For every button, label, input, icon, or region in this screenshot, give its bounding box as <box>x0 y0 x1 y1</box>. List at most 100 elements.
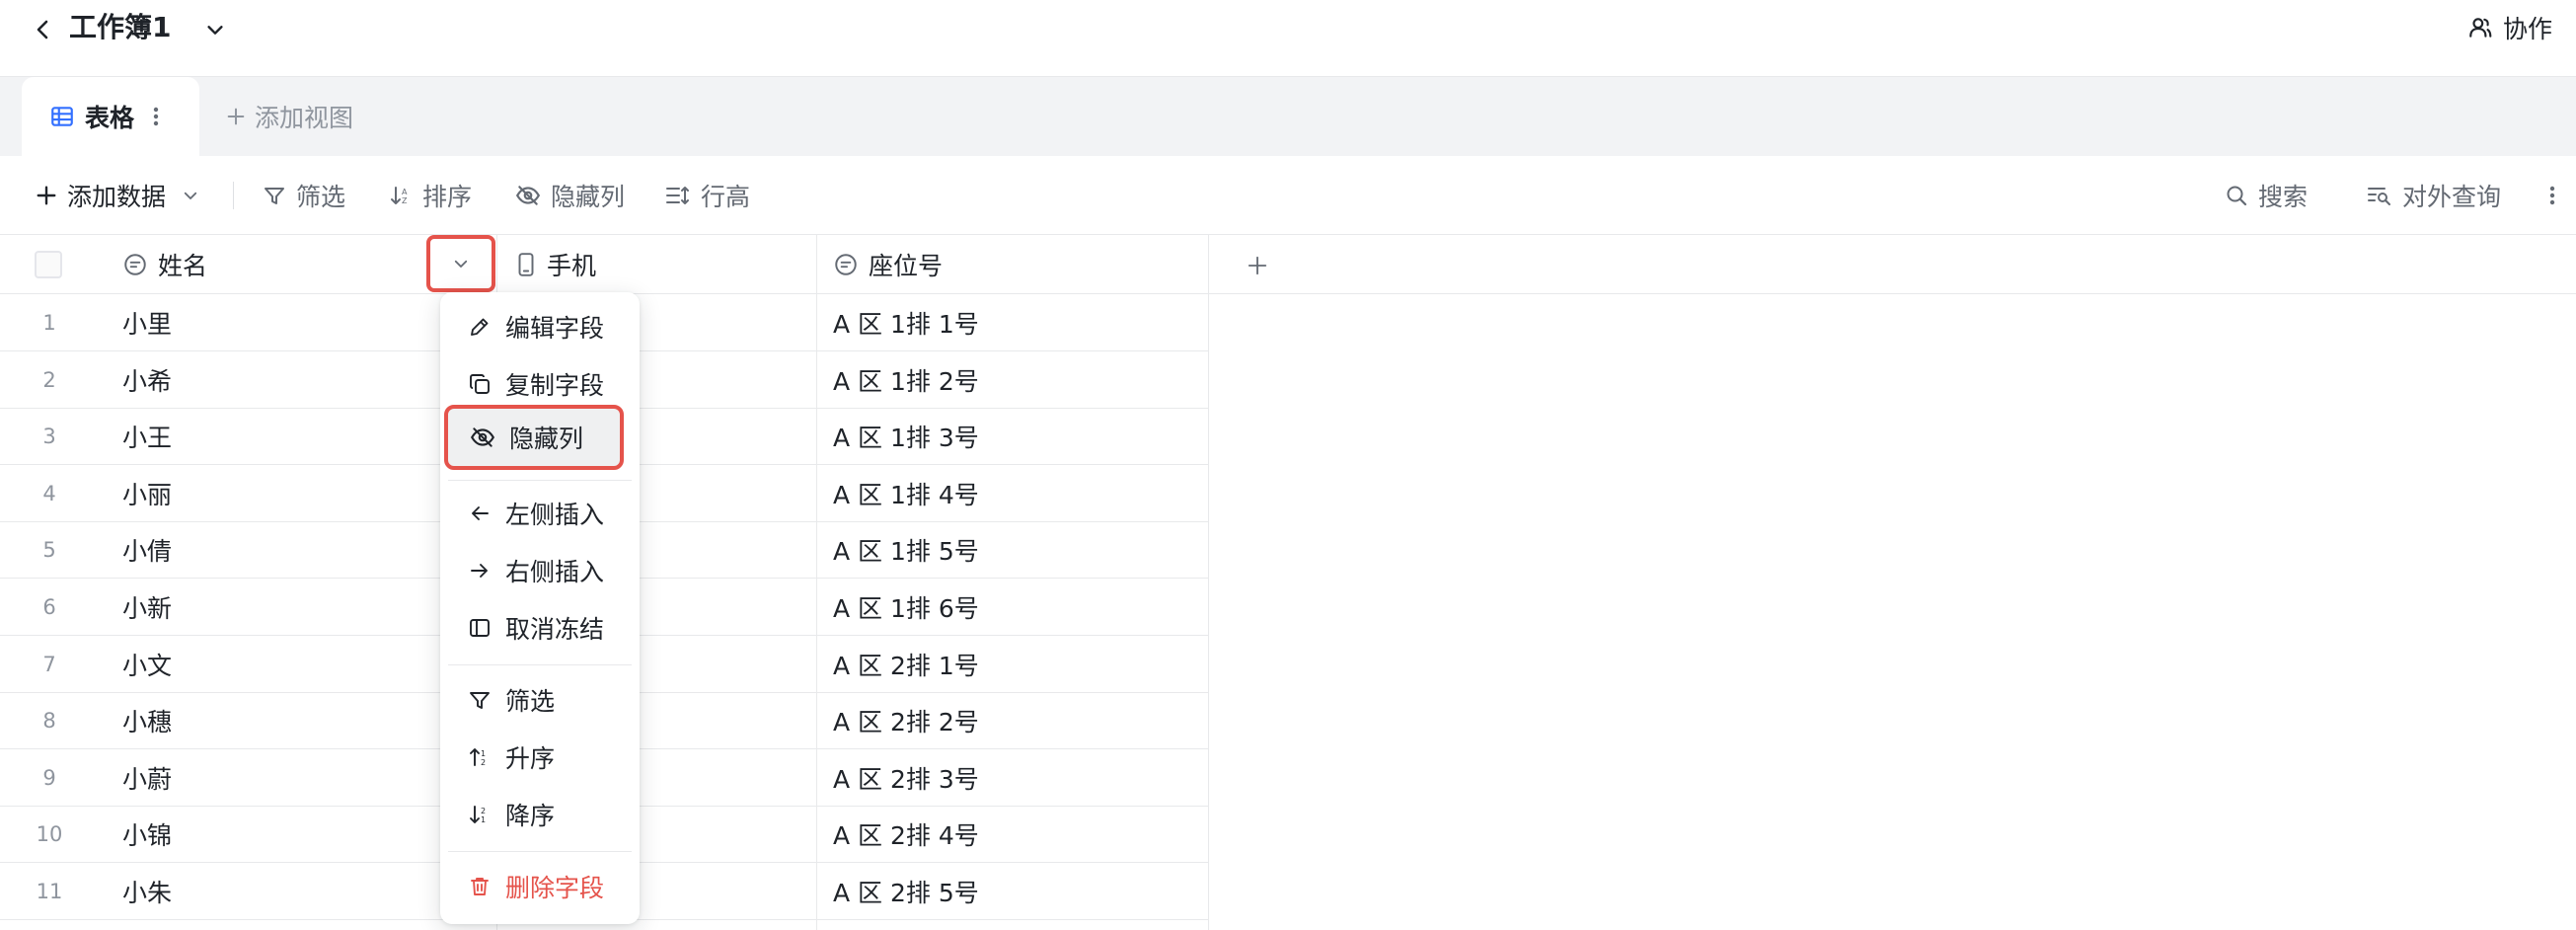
menu-separator <box>448 851 632 852</box>
column-context-menu: 编辑字段 复制字段 隐藏列 左侧插入 右侧插入 取消冻结 筛选 1 2 升序 2… <box>440 292 640 924</box>
menu-item-label: 编辑字段 <box>505 314 605 343</box>
add-data-button[interactable]: 添加数据 <box>36 176 199 215</box>
plus-icon <box>36 185 57 206</box>
add-view-button[interactable]: 添加视图 <box>225 97 353 136</box>
row-number: 2 <box>42 367 56 392</box>
trash-icon <box>468 875 492 898</box>
svg-text:1: 1 <box>481 815 486 824</box>
collaborate-label: 协作 <box>2502 15 2552 43</box>
menu-item-label: 右侧插入 <box>505 558 605 586</box>
column-header-label: 座位号 <box>869 252 944 280</box>
collaborate-button[interactable]: 协作 <box>2467 8 2552 47</box>
column-header-label: 手机 <box>547 252 597 280</box>
text-field-icon <box>833 252 859 277</box>
title-bar: 工作簿1 协作 <box>0 0 2576 77</box>
row-number: 4 <box>42 481 56 505</box>
menu-item-unfreeze[interactable]: 取消冻结 <box>440 603 640 653</box>
filter-button[interactable]: 筛选 <box>263 176 345 215</box>
menu-item-copy-field[interactable]: 复制字段 <box>440 359 640 409</box>
cell-name[interactable]: 小丽 <box>122 465 172 522</box>
chevron-down-icon <box>452 255 470 272</box>
row-number: 8 <box>42 709 56 734</box>
cell-seat[interactable]: A 区 1排 1号 <box>833 294 979 351</box>
pencil-icon <box>468 315 492 339</box>
menu-item-hide-column[interactable]: 隐藏列 <box>444 405 624 470</box>
eye-off-icon <box>515 183 541 208</box>
workbook-title[interactable]: 工作簿1 <box>69 8 171 47</box>
cell-name[interactable]: 小里 <box>122 294 172 351</box>
cell-name[interactable]: 小穗 <box>122 692 172 749</box>
row-number: 11 <box>36 880 63 903</box>
row-height-button[interactable]: 行高 <box>665 176 750 215</box>
sort-label: 排序 <box>422 183 473 211</box>
cell-seat[interactable]: A 区 2排 1号 <box>833 636 979 693</box>
svg-text:A: A <box>402 188 408 196</box>
menu-item-label: 筛选 <box>505 687 556 716</box>
copy-icon <box>468 372 492 396</box>
sort-button[interactable]: AZ 排序 <box>389 176 472 215</box>
sort-icon: AZ <box>389 184 413 207</box>
row-number: 9 <box>42 765 56 790</box>
hide-columns-button[interactable]: 隐藏列 <box>515 176 625 215</box>
column-header-name[interactable]: 姓名 <box>122 235 207 294</box>
column-header-label: 姓名 <box>158 252 208 280</box>
external-query-button[interactable]: 对外查询 <box>2367 176 2501 215</box>
tab-grid-view[interactable]: 表格 <box>22 77 199 156</box>
cell-seat[interactable]: A 区 2排 3号 <box>833 749 979 807</box>
grid-header: 姓名 手机 座位号 <box>0 235 2576 294</box>
cell-seat[interactable]: A 区 1排 6号 <box>833 579 979 636</box>
row-height-icon <box>665 184 691 207</box>
filter-label: 筛选 <box>296 183 346 211</box>
query-icon <box>2367 184 2392 207</box>
cell-name[interactable]: 小文 <box>122 636 172 693</box>
cell-name[interactable]: 小新 <box>122 579 172 636</box>
menu-item-label: 隐藏列 <box>509 425 584 453</box>
cell-name[interactable]: 小蔚 <box>122 749 172 807</box>
add-column-icon[interactable] <box>1240 248 1275 283</box>
cell-seat[interactable]: A 区 1排 3号 <box>833 408 979 465</box>
back-icon[interactable] <box>26 12 61 47</box>
cell-name[interactable]: 小朱 <box>122 863 172 920</box>
menu-item-label: 升序 <box>505 744 556 773</box>
menu-item-filter[interactable]: 筛选 <box>440 675 640 725</box>
column-header-phone[interactable]: 手机 <box>515 235 596 294</box>
svg-text:Z: Z <box>402 196 408 205</box>
cell-seat[interactable]: A 区 2排 5号 <box>833 863 979 920</box>
menu-item-insert-left[interactable]: 左侧插入 <box>440 489 640 538</box>
menu-item-edit-field[interactable]: 编辑字段 <box>440 302 640 351</box>
column-dropdown-button[interactable] <box>426 235 495 292</box>
row-number: 7 <box>42 652 56 676</box>
column-header-seat[interactable]: 座位号 <box>833 235 943 294</box>
cell-seat[interactable]: A 区 1排 4号 <box>833 465 979 522</box>
title-chevron-down-icon[interactable] <box>197 12 233 47</box>
more-vertical-icon[interactable] <box>152 106 160 127</box>
search-button[interactable]: 搜索 <box>2225 176 2308 215</box>
select-all-checkbox[interactable] <box>35 251 62 278</box>
sort-ascending-icon: 12 <box>468 745 492 769</box>
plus-icon <box>225 106 247 127</box>
eye-off-icon <box>470 425 495 450</box>
cell-name[interactable]: 小希 <box>122 351 172 409</box>
menu-item-sort-ascending[interactable]: 12 升序 <box>440 733 640 782</box>
user-icon <box>2467 15 2493 40</box>
table-icon <box>49 104 75 129</box>
row-number: 1 <box>42 311 56 335</box>
cell-seat[interactable]: A 区 2排 2号 <box>833 692 979 749</box>
menu-item-label: 左侧插入 <box>505 501 605 529</box>
search-label: 搜索 <box>2258 183 2309 211</box>
add-data-label: 添加数据 <box>67 183 167 211</box>
chevron-down-icon[interactable] <box>182 187 199 204</box>
cell-seat[interactable]: A 区 1排 2号 <box>833 351 979 409</box>
menu-item-label: 取消冻结 <box>505 615 605 644</box>
cell-name[interactable]: 小锦 <box>122 806 172 863</box>
row-number: 6 <box>42 595 56 619</box>
cell-name[interactable]: 小王 <box>122 408 172 465</box>
more-options-icon[interactable] <box>2548 176 2556 215</box>
cell-seat[interactable]: A 区 1排 5号 <box>833 521 979 579</box>
cell-seat[interactable]: A 区 2排 4号 <box>833 806 979 863</box>
menu-item-delete-field[interactable]: 删除字段 <box>440 862 640 911</box>
view-tab-bar: 表格 添加视图 <box>0 77 2576 156</box>
cell-name[interactable]: 小倩 <box>122 521 172 579</box>
menu-item-insert-right[interactable]: 右侧插入 <box>440 546 640 595</box>
menu-item-sort-descending[interactable]: 21 降序 <box>440 790 640 839</box>
